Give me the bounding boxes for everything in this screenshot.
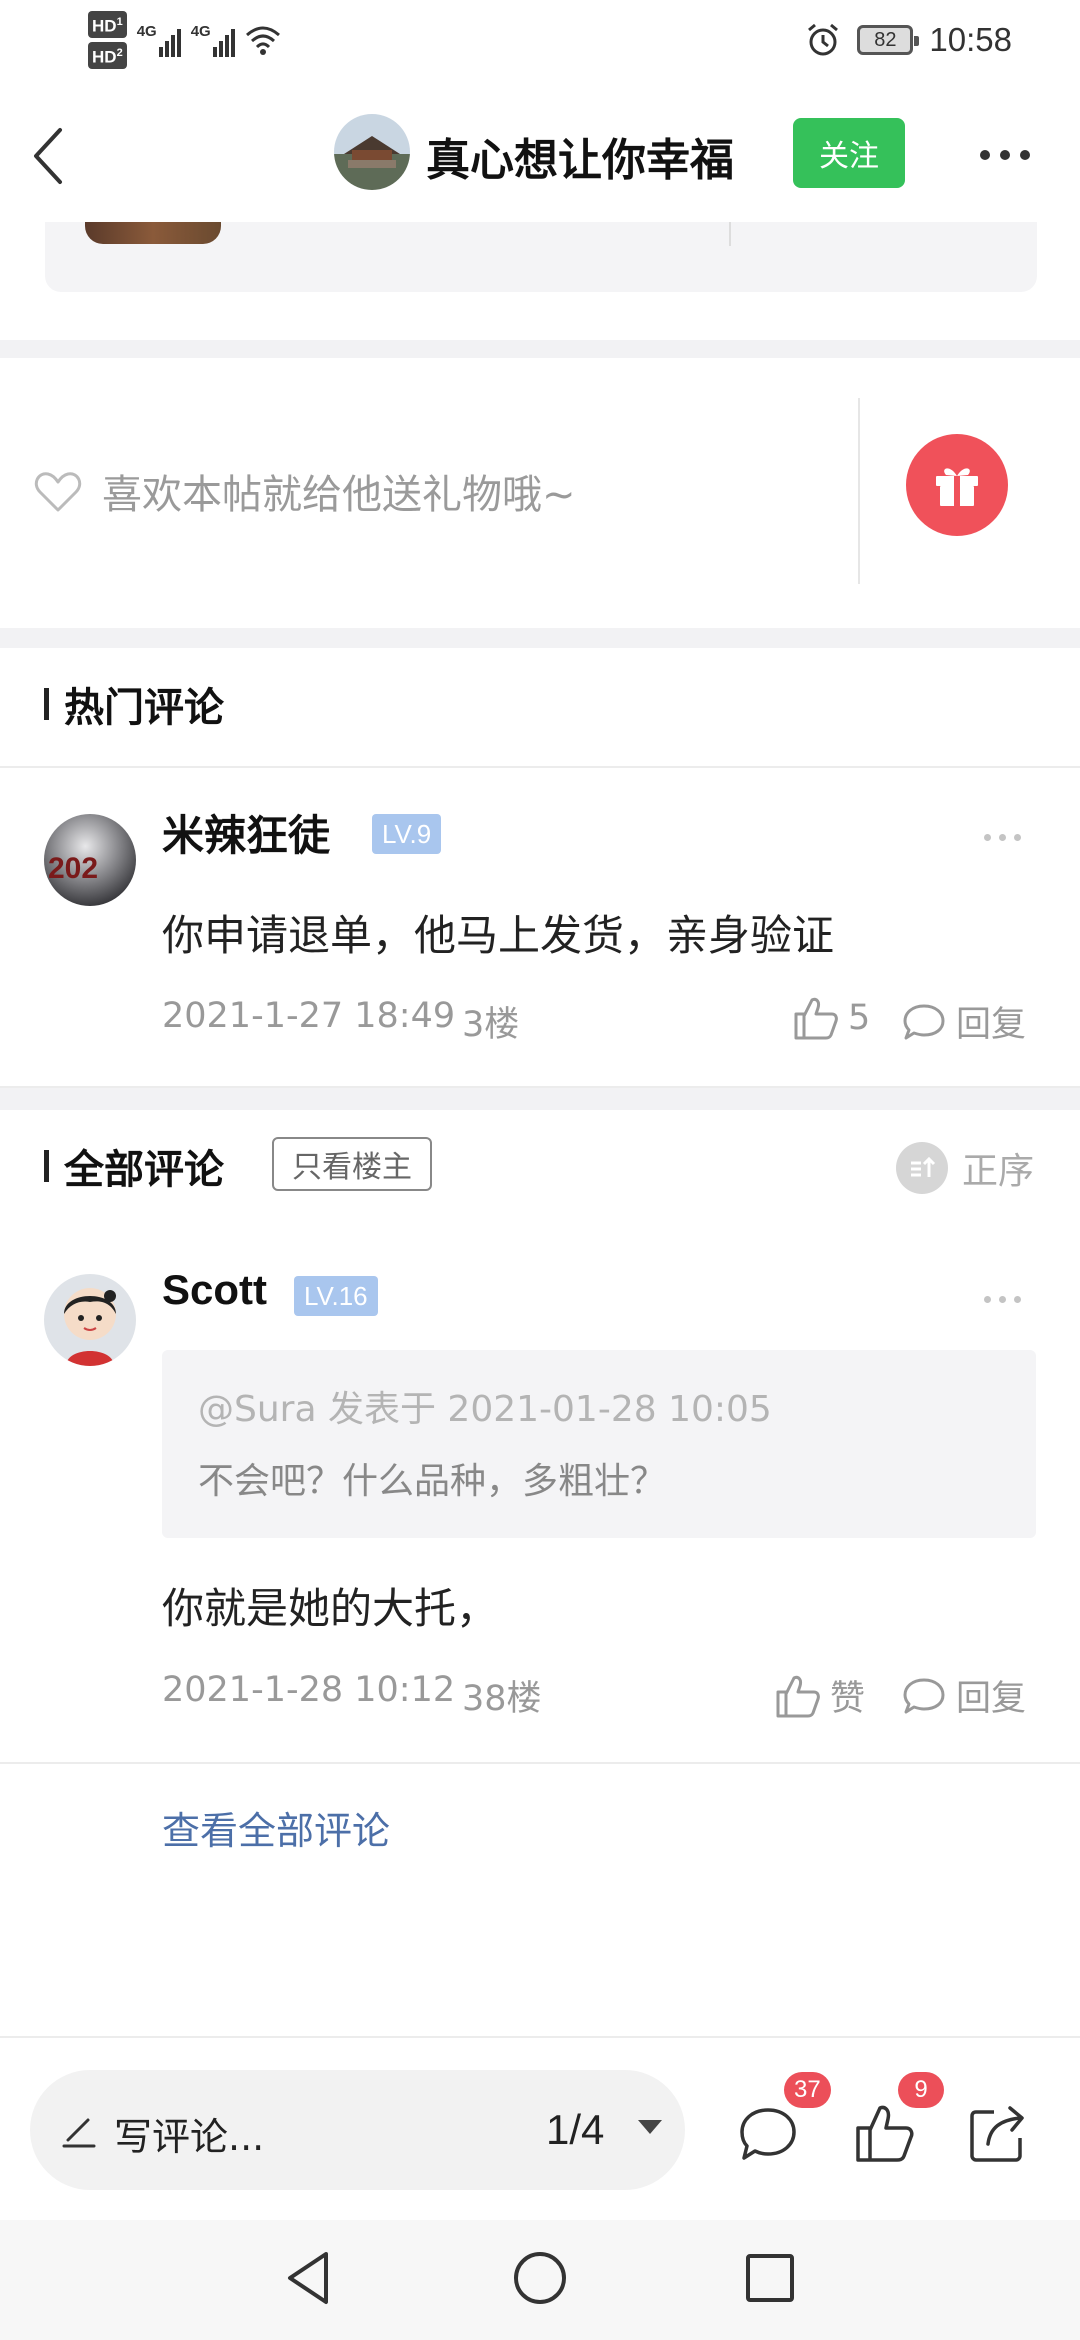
quoted-comment-meta: @Sura 发表于 2021-01-28 10:05 <box>198 1389 772 1430</box>
svg-text:202: 202 <box>48 852 98 885</box>
top-header: 真心想让你幸福 关注 <box>0 80 1080 225</box>
comment-bubble-icon <box>903 1004 945 1039</box>
comment-content: 你申请退单，他马上发货，亲身验证 <box>162 911 835 960</box>
level-badge: LV.16 <box>294 1276 378 1316</box>
sim2-hd-badge: HD2 <box>88 42 127 69</box>
nav-recents-icon[interactable] <box>744 2252 796 2304</box>
post-card-bottom <box>45 222 1037 292</box>
like-icon <box>856 2105 914 2162</box>
battery-level: 82 <box>874 28 897 51</box>
view-all-comments-link[interactable]: 查看全部评论 <box>162 1800 390 1855</box>
only-host-filter-button[interactable]: 只看楼主 <box>272 1137 432 1191</box>
comment-time: 2021-1-27 18:49 <box>162 996 456 1036</box>
write-comment-placeholder: 写评论... <box>114 2115 265 2159</box>
heart-icon[interactable] <box>34 470 82 514</box>
comment-icon <box>740 2108 796 2160</box>
page-title: 真心想让你幸福 <box>426 135 734 186</box>
reply-label: 回复 <box>956 1679 1027 1719</box>
like-label: 赞 <box>830 1679 866 1719</box>
level-badge: LV.9 <box>372 814 442 854</box>
reply-button[interactable]: 回复 <box>902 996 1026 1047</box>
sim-indicators: HD1 HD2 <box>88 11 127 69</box>
page-indicator[interactable]: 1/4 <box>546 2106 604 2154</box>
commenter-name[interactable]: 米辣狂徒 <box>162 802 330 863</box>
nav-home-icon[interactable] <box>512 2250 568 2306</box>
share-button[interactable] <box>966 2102 1030 2170</box>
quoted-comment[interactable]: @Sura 发表于 2021-01-28 10:05 不会吧？什么品种，多粗壮？ <box>162 1350 1036 1538</box>
thumbs-up-icon <box>794 997 838 1040</box>
bottom-action-bar: 写评论... 1/4 37 9 <box>0 2036 1080 2220</box>
network-type-1: 4G <box>136 23 157 40</box>
status-right: 82 10:58 <box>805 14 1012 66</box>
comment-more-icon[interactable] <box>984 834 1021 841</box>
section-marker <box>44 1150 49 1182</box>
comments-button[interactable] <box>736 2104 800 2172</box>
section-gap <box>0 628 1080 648</box>
sim1-hd-badge: HD1 <box>88 11 127 38</box>
reply-button[interactable]: 回复 <box>902 1670 1026 1721</box>
comment-count-badge: 37 <box>784 2072 831 2108</box>
share-icon <box>970 2106 1024 2162</box>
clock: 10:58 <box>929 21 1012 58</box>
nav-back-icon[interactable] <box>282 2248 334 2308</box>
sort-order-label: 正序 <box>961 1151 1034 1192</box>
comment-content: 你就是她的大托， <box>162 1584 499 1633</box>
write-comment-input[interactable]: 写评论... 1/4 <box>30 2070 685 2190</box>
section-gap <box>0 340 1080 358</box>
sort-icon <box>895 1142 948 1194</box>
comment-floor: 3楼 <box>462 1005 520 1045</box>
gift-divider <box>858 398 860 584</box>
wifi-icon <box>245 26 280 55</box>
avatar[interactable] <box>44 1274 136 1366</box>
author-avatar[interactable] <box>334 114 410 190</box>
divider <box>0 766 1080 768</box>
divider <box>0 1762 1080 1764</box>
post-like-button[interactable] <box>852 2102 916 2170</box>
hot-comments-title: 热门评论 <box>64 685 224 731</box>
signal-icon: 4G <box>191 23 235 57</box>
section-marker <box>44 688 49 720</box>
comment-time: 2021-1-28 10:12 <box>162 1670 456 1710</box>
comment-more-icon[interactable] <box>984 1296 1021 1303</box>
status-left: HD1 HD2 4G 4G <box>88 10 281 70</box>
signal-icon: 4G <box>137 23 181 57</box>
gift-button[interactable] <box>906 434 1008 536</box>
commenter-name[interactable]: Scott <box>162 1266 267 1314</box>
gift-icon <box>936 468 978 506</box>
chevron-down-icon[interactable] <box>638 2120 662 2134</box>
comment-bubble-icon <box>903 1678 945 1713</box>
alarm-icon <box>808 23 839 56</box>
network-type-2: 4G <box>190 23 211 40</box>
back-icon[interactable] <box>24 120 76 192</box>
pencil-icon <box>62 2118 96 2148</box>
like-count: 5 <box>848 998 871 1038</box>
like-button[interactable]: 赞 <box>774 1670 865 1721</box>
sort-order-button[interactable]: 正序 <box>895 1142 1034 1194</box>
like-button[interactable]: 5 <box>792 996 870 1040</box>
reply-label: 回复 <box>956 1005 1027 1045</box>
system-nav-bar <box>0 2220 1080 2340</box>
thumbs-up-icon <box>776 1675 820 1717</box>
section-gap <box>0 1088 1080 1110</box>
avatar[interactable]: 202 <box>44 814 136 906</box>
gift-prompt-text: 喜欢本帖就给他送礼物哦~ <box>102 472 576 518</box>
all-comments-title: 全部评论 <box>64 1147 224 1193</box>
more-icon[interactable] <box>980 150 1030 160</box>
like-count-badge: 9 <box>898 2072 944 2108</box>
quoted-comment-text: 不会吧？什么品种，多粗壮？ <box>198 1461 667 1502</box>
post-image-thumbnail[interactable] <box>85 222 221 244</box>
comment-floor: 38楼 <box>462 1679 542 1719</box>
status-bar: HD1 HD2 4G 4G 82 10:58 <box>0 0 1080 80</box>
battery-icon: 82 <box>857 25 920 55</box>
follow-button[interactable]: 关注 <box>793 118 905 188</box>
card-divider <box>729 222 731 246</box>
